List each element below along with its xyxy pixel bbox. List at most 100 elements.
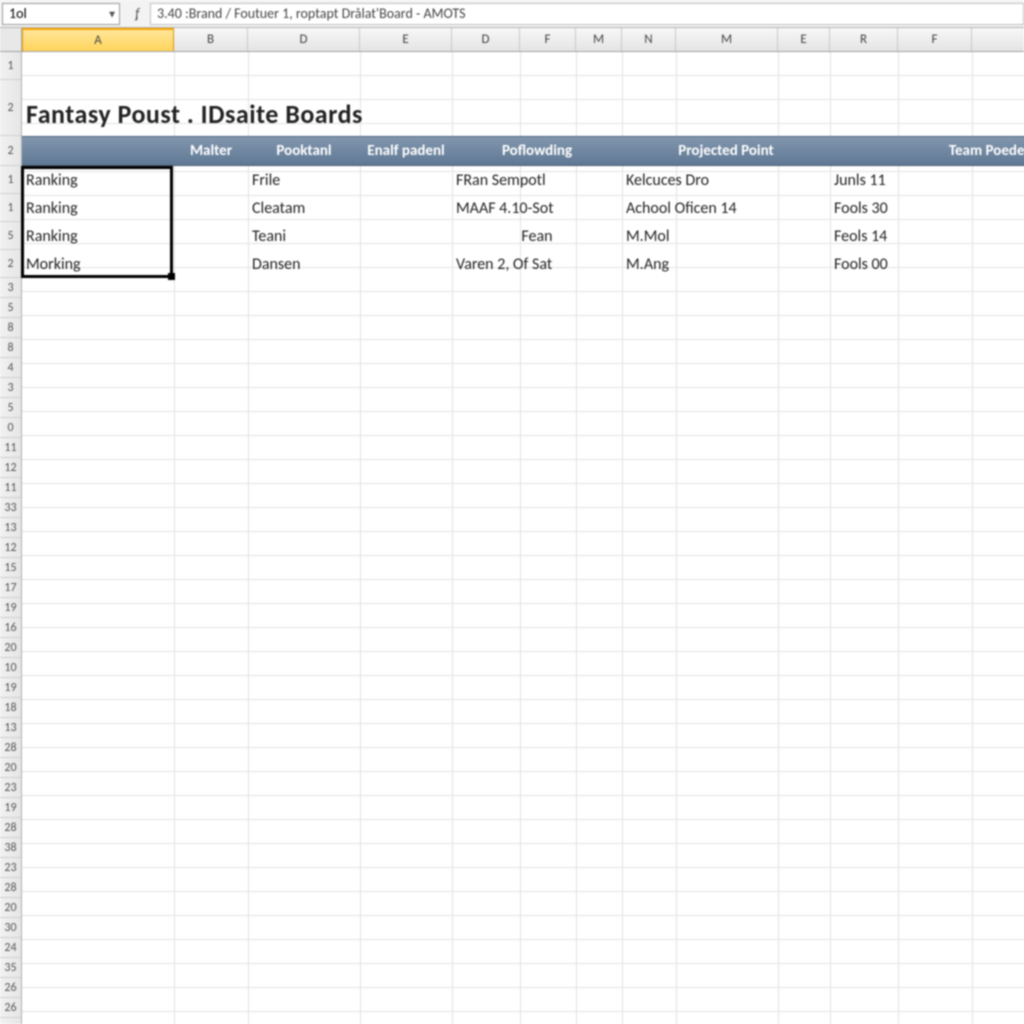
cell[interactable]: Dansen [248,255,360,274]
col-header[interactable]: M [676,28,778,51]
row-header[interactable]: 10 [0,658,21,678]
col-header[interactable]: D [452,28,520,51]
row-num: 3 [7,281,13,295]
row-header[interactable]: 8 [0,318,21,338]
row-header[interactable]: 35 [0,958,21,978]
row-header[interactable]: 26 [0,998,21,1018]
chevron-down-icon[interactable]: ▼ [107,7,117,20]
row-num: 23 [4,781,16,795]
worksheet[interactable]: 1 2 2 1 1 5 2 35884350111211331312151719… [0,52,1024,1024]
col-header[interactable]: D [248,28,360,51]
col-header[interactable]: R [830,28,898,51]
row-header[interactable]: 0 [0,418,21,438]
cell[interactable]: Kelcuces Dro [622,171,830,190]
row-header[interactable]: 13 [0,718,21,738]
row-num: 5 [7,401,13,415]
cell[interactable]: Fools 00 [830,255,1024,274]
cell[interactable]: MAAF 4.10-Sot [452,199,622,218]
table-row[interactable]: Ranking Cleatam MAAF 4.10-Sot Achool Ofi… [22,194,1024,222]
col-header[interactable]: E [778,28,830,51]
fx-icon[interactable]: ᶂ [124,5,150,22]
row-header[interactable]: 20 [0,898,21,918]
cell[interactable]: Junls 11 [830,171,1024,190]
row-header[interactable]: 3 [0,278,21,298]
row-num: 2 [7,257,13,271]
row-header[interactable]: 23 [0,858,21,878]
cells-area[interactable]: Fantasy Poust . IDsaite Boards Malter Po… [22,52,1024,1024]
row-header[interactable]: 16 [0,618,21,638]
row-num: 35 [4,961,16,975]
row-header[interactable]: 30 [0,918,21,938]
row-header[interactable]: 19 [0,678,21,698]
row-header[interactable]: 33 [0,498,21,518]
table-row[interactable]: Ranking Teani Fean M.Mol Feols 14 [22,222,1024,250]
table-row[interactable]: Morking Dansen Varen 2, Of Sat M.Ang Foo… [22,250,1024,278]
row-header[interactable]: 28 [0,738,21,758]
row-num: 33 [4,501,16,515]
row-header[interactable]: 17 [0,578,21,598]
row-num: 17 [4,581,16,595]
row-header[interactable]: 11 [0,478,21,498]
col-header[interactable]: E [360,28,452,51]
row-header[interactable]: 5 [0,398,21,418]
cell[interactable]: Varen 2, Of Sat [452,255,622,274]
row-header[interactable]: 5 [0,298,21,318]
row-header[interactable]: 38 [0,838,21,858]
col-header[interactable]: M [576,28,622,51]
row-num: 0 [7,421,13,435]
cell[interactable]: Fean [452,227,622,246]
row-header[interactable]: 1 [0,166,21,194]
row-header[interactable]: 18 [0,698,21,718]
col-header[interactable]: F [520,28,576,51]
row-header[interactable]: 2 [0,250,21,278]
cell[interactable]: FRan Sempotl [452,171,622,190]
row-header[interactable]: 1 [0,52,21,80]
col-header[interactable]: B [174,28,248,51]
row-header[interactable]: 26 [0,978,21,998]
row-header[interactable]: 12 [0,538,21,558]
row-header[interactable]: 1 [0,194,21,222]
name-box[interactable]: 1ol ▼ [2,3,120,25]
row-header[interactable]: 28 [0,818,21,838]
row-header[interactable]: 20 [0,758,21,778]
row-header[interactable]: 2 [0,80,21,136]
row-header[interactable]: 13 [0,518,21,538]
row-header[interactable]: 4 [0,358,21,378]
row-header[interactable]: 28 [0,878,21,898]
row-header[interactable]: 2 [0,136,21,166]
cell[interactable]: Ranking [22,171,174,190]
row-header[interactable]: 8 [0,338,21,358]
row-header[interactable]: 19 [0,798,21,818]
row-header[interactable]: 11 [0,438,21,458]
row-header[interactable]: 3 [0,378,21,398]
col-header[interactable] [972,28,1024,51]
table-row[interactable]: Ranking Frile FRan Sempotl Kelcuces Dro … [22,166,1024,194]
cell[interactable]: Cleatam [248,199,360,218]
col-header[interactable]: N [622,28,676,51]
row-header[interactable]: 23 [0,778,21,798]
row-header[interactable]: 5 [0,222,21,250]
col-header[interactable]: A [22,28,174,51]
cell[interactable]: Morking [22,255,174,274]
row-header[interactable]: 19 [0,598,21,618]
row-header[interactable]: 24 [0,938,21,958]
col-header[interactable]: F [898,28,972,51]
cell[interactable]: M.Mol [622,227,830,246]
select-all-corner[interactable] [0,28,22,51]
th: Team Poedect [830,142,1024,160]
row-header[interactable]: 20 [0,638,21,658]
cell[interactable]: Feols 14 [830,227,1024,246]
name-box-value: 1ol [9,5,27,22]
row-header[interactable]: 12 [0,458,21,478]
cell[interactable]: Achool Oficen 14 [622,199,830,218]
row-num: 28 [4,821,16,835]
formula-input[interactable]: 3.40 :Brand / Foutuer 1, roptapt Drålat'… [150,3,1024,25]
cell[interactable]: Ranking [22,227,174,246]
row-header[interactable]: 15 [0,558,21,578]
cell[interactable]: Ranking [22,199,174,218]
cell[interactable]: Teani [248,227,360,246]
cell[interactable]: Fools 30 [830,199,1024,218]
cell[interactable]: M.Ang [622,255,830,274]
col-label: E [402,32,408,47]
cell[interactable]: Frile [248,171,360,190]
